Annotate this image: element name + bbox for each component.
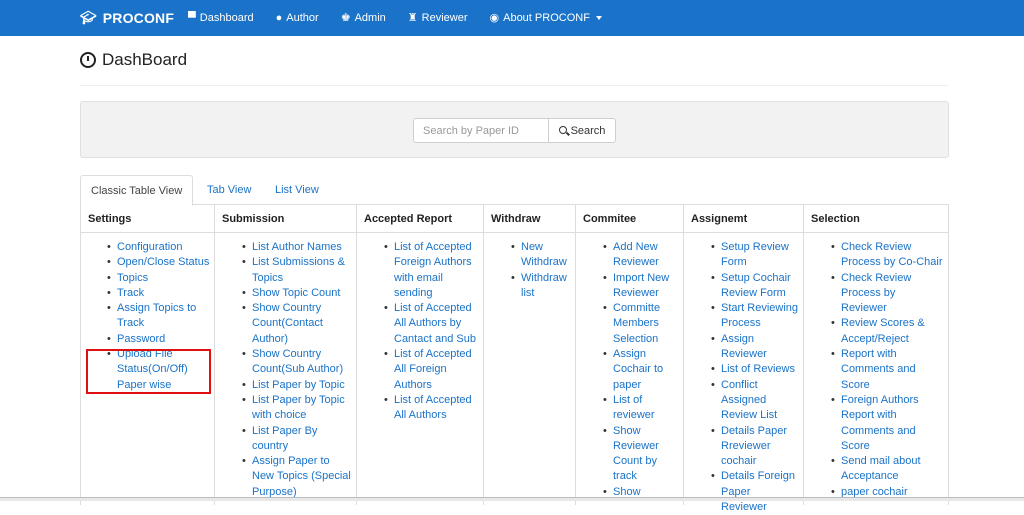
search-panel: Search [80, 101, 949, 158]
dashboard-gauge-icon [80, 52, 96, 68]
list-item[interactable]: List Paper by Topic [242, 378, 352, 394]
column-assignemt: Assignemt Setup Review Form Setup Cochai… [683, 205, 803, 513]
view-tabs: Classic Table View Tab View List View [80, 175, 949, 206]
list-item[interactable]: List of Reviews [711, 362, 799, 378]
dashboard-icon: ▀ [188, 11, 196, 24]
list-item[interactable]: List of reviewer [603, 393, 679, 424]
list-item[interactable]: List of Accepted All Authors by Cantact … [384, 301, 479, 347]
search-button-label: Search [570, 124, 606, 137]
column-header: Selection [803, 205, 948, 233]
tab-tab-view[interactable]: Tab View [197, 175, 261, 205]
accepted-report-list: List of Accepted Foreign Authors with em… [356, 240, 479, 424]
column-submission: Submission List Author Names List Submis… [214, 205, 356, 505]
nav-author-label: Author [286, 12, 319, 24]
list-item[interactable]: List Paper By country [242, 424, 352, 455]
column-header: Commitee [575, 205, 683, 233]
user-icon: ● [275, 11, 283, 24]
list-item[interactable]: Configuration [107, 240, 210, 256]
nav-about-label: About PROCONF [503, 12, 590, 24]
list-item[interactable]: Password [107, 332, 210, 348]
list-item[interactable]: Check Review Process by Co-Chair [831, 240, 944, 271]
list-item[interactable]: Assign Reviewer [711, 332, 799, 363]
list-item[interactable]: Track [107, 286, 210, 302]
nav-author[interactable]: ● Author [276, 12, 319, 24]
page-title-text: DashBoard [102, 50, 188, 69]
table-border [948, 205, 949, 505]
list-item[interactable]: Assign Cochair to paper [603, 347, 679, 393]
nav-reviewer-label: Reviewer [421, 12, 468, 24]
highlight-box [86, 349, 211, 394]
nav-admin[interactable]: ♚ Admin [341, 12, 386, 24]
list-item[interactable]: Report with Comments and Score [831, 347, 944, 393]
column-header: Submission [214, 205, 356, 233]
selection-list: Check Review Process by Co-Chair Check R… [803, 240, 944, 500]
nav-reviewer[interactable]: ♜ Reviewer [408, 12, 468, 24]
column-commitee: Commitee Add New Reviewer Import New Rev… [575, 205, 683, 505]
column-header: Accepted Report [356, 205, 483, 233]
column-accepted-report: Accepted Report List of Accepted Foreign… [356, 205, 483, 505]
list-item[interactable]: Show Topic Count [242, 286, 352, 302]
nav-about-dropdown[interactable]: ◉ About PROCONF [490, 12, 602, 24]
window-bottom-edge [0, 497, 1024, 501]
list-item[interactable]: Committe Members Selection [603, 301, 679, 347]
brand-label: PROCONF [102, 10, 175, 26]
list-item[interactable]: Start Reviewing Process [711, 301, 799, 332]
list-item[interactable]: Open/Close Status [107, 255, 210, 271]
nav-admin-label: Admin [354, 12, 386, 24]
list-item[interactable]: Details Foreign Paper Reviewer [711, 469, 799, 515]
list-item[interactable]: List of Accepted All Authors [384, 393, 479, 424]
list-item[interactable]: Assign Topics to Track [107, 301, 210, 332]
page-title: DashBoard [80, 50, 187, 70]
reviewer-icon: ♜ [407, 11, 418, 24]
commitee-list: Add New Reviewer Import New Reviewer Com… [575, 240, 679, 500]
column-header: Assignemt [683, 205, 803, 233]
assignemt-list: Setup Review Form Setup Cochair Review F… [683, 240, 799, 515]
search-icon [558, 125, 567, 134]
column-selection: Selection Check Review Process by Co-Cha… [803, 205, 948, 505]
list-item[interactable]: List of Accepted All Foreign Authors [384, 347, 479, 393]
list-item[interactable]: List Submissions & Topics [242, 255, 352, 286]
nav-dashboard-label: Dashboard [199, 12, 254, 24]
list-item[interactable]: Assign Paper to New Topics (Special Purp… [242, 454, 352, 500]
list-item[interactable]: Foreign Authors Report with Comments and… [831, 393, 944, 454]
search-input[interactable] [413, 118, 550, 143]
list-item[interactable]: Show Reviewer Count by track [603, 424, 679, 485]
tab-classic-table-view[interactable]: Classic Table View [80, 175, 194, 206]
list-item[interactable]: Import New Reviewer [603, 271, 679, 302]
list-item[interactable]: List Paper by Topic with choice [242, 393, 352, 424]
list-item[interactable]: Details Paper Rreviewer cochair [711, 424, 799, 470]
caret-down-icon [595, 16, 602, 20]
eye-icon: ◉ [489, 11, 500, 24]
column-header: Settings [80, 205, 214, 233]
list-item[interactable]: New Withdraw [511, 240, 571, 271]
search-button[interactable]: Search [548, 118, 616, 143]
list-item[interactable]: Show Country Count(Contact Author) [242, 301, 352, 347]
admin-icon: ♚ [340, 11, 351, 24]
divider [80, 85, 948, 86]
list-item[interactable]: Setup Review Form [711, 240, 799, 271]
column-header: Withdraw [483, 205, 575, 233]
nav-menu: ▀ Dashboard ● Author ♚ Admin ♜ Reviewer … [188, 0, 624, 36]
list-item[interactable]: List of Accepted Foreign Authors with em… [384, 240, 479, 301]
list-item[interactable]: Conflict Assigned Review List [711, 378, 799, 424]
list-item[interactable]: Withdraw list [511, 271, 571, 302]
withdraw-list: New Withdraw Withdraw list [483, 240, 571, 301]
tab-list-view[interactable]: List View [265, 175, 329, 205]
nav-dashboard[interactable]: ▀ Dashboard [188, 12, 254, 24]
list-item[interactable]: Setup Cochair Review Form [711, 271, 799, 302]
graduation-cap-icon: 🎓︎ [80, 10, 97, 25]
list-item[interactable]: Topics [107, 271, 210, 287]
list-item[interactable]: Review Scores & Accept/Reject [831, 316, 944, 347]
list-item[interactable]: Add New Reviewer [603, 240, 679, 271]
list-item[interactable]: List Author Names [242, 240, 352, 256]
column-withdraw: Withdraw New Withdraw Withdraw list [483, 205, 575, 505]
list-item[interactable]: Check Review Process by Reviewer [831, 271, 944, 317]
top-navbar: 🎓︎ PROCONF ▀ Dashboard ● Author ♚ Admin … [0, 0, 1024, 36]
list-item[interactable]: Show Country Count(Sub Author) [242, 347, 352, 378]
list-item[interactable]: Send mail about Acceptance [831, 454, 944, 485]
submission-list: List Author Names List Submissions & Top… [214, 240, 352, 500]
brand-link[interactable]: 🎓︎ PROCONF [80, 0, 174, 36]
